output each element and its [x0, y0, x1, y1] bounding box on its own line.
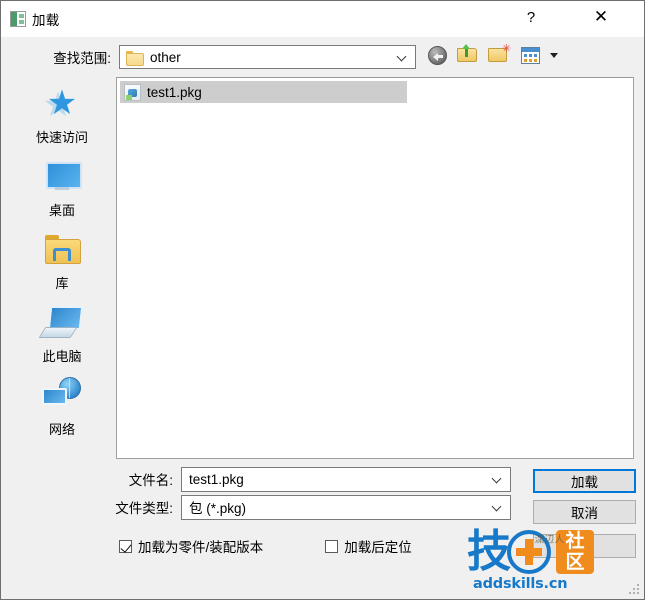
filetype-value: 包 (*.pkg) [189, 501, 247, 516]
look-in-value: other [150, 49, 181, 65]
sidebar-item-label: 网络 [48, 422, 75, 437]
sidebar-item-label: 快速访问 [35, 130, 88, 145]
pkg-file-icon [124, 83, 141, 101]
sidebar-item-network[interactable]: 网络 [14, 375, 110, 447]
navigation-toolbar: ✳ [425, 43, 561, 67]
filetype-label: 文件类型: [115, 501, 173, 516]
third-button-obscured[interactable] [533, 534, 636, 558]
libraries-folder-icon [40, 229, 84, 271]
sidebar-item-label: 此电脑 [42, 349, 82, 364]
checkbox-label: 加载后定位 [344, 540, 412, 555]
views-icon[interactable] [518, 43, 542, 67]
filename-input[interactable]: test1.pkg [181, 466, 511, 492]
chevron-down-icon[interactable] [493, 474, 502, 483]
file-list-pane[interactable]: test1.pkg [116, 77, 634, 459]
places-sidebar: ★ 快速访问 桌面 库 此电脑 网络 [12, 77, 112, 459]
chevron-down-icon[interactable] [398, 52, 407, 61]
sidebar-item-quick-access[interactable]: ★ 快速访问 [14, 83, 110, 155]
file-list-item-label: test1.pkg [147, 84, 202, 100]
filetype-combobox[interactable]: 包 (*.pkg) [181, 494, 511, 520]
filename-label: 文件名: [128, 473, 173, 488]
sidebar-item-label: 桌面 [48, 203, 75, 218]
back-icon[interactable] [425, 43, 449, 67]
chevron-down-icon[interactable] [493, 502, 502, 511]
filename-value: test1.pkg [189, 471, 244, 487]
folder-icon [126, 50, 144, 66]
checkbox-label: 加载为零件/装配版本 [138, 540, 264, 555]
sidebar-item-this-pc[interactable]: 此电脑 [14, 302, 110, 374]
desktop-monitor-icon [40, 156, 84, 198]
watermark-url: addskills.cn [473, 576, 568, 592]
sidebar-item-desktop[interactable]: 桌面 [14, 156, 110, 228]
look-in-combobox[interactable]: other [119, 45, 416, 69]
resize-grip-icon[interactable] [628, 583, 641, 596]
load-dialog-icon [10, 11, 26, 27]
new-folder-icon[interactable]: ✳ [487, 43, 511, 67]
checkbox-unchecked-icon[interactable] [325, 539, 339, 553]
checkbox-locate-after-load[interactable]: 加载后定位 [325, 536, 412, 556]
load-button[interactable]: 加载 [533, 469, 636, 493]
sidebar-item-libraries[interactable]: 库 [14, 229, 110, 301]
checkbox-checked-icon[interactable] [119, 539, 132, 553]
quick-access-star-icon: ★ [46, 84, 78, 122]
network-globe-icon [40, 375, 84, 417]
sidebar-item-label: 库 [55, 276, 69, 291]
up-one-level-icon[interactable] [456, 43, 480, 67]
title-bar: 加载 ? ✕ [1, 1, 644, 37]
checkbox-load-as-part-version[interactable]: 加载为零件/装配版本 [119, 536, 263, 556]
close-button[interactable]: ✕ [578, 1, 624, 33]
cancel-button[interactable]: 取消 [533, 500, 636, 524]
help-button[interactable]: ? [508, 1, 554, 33]
window-title: 加载 [32, 13, 60, 28]
views-chevron-down-icon[interactable] [549, 43, 561, 67]
this-pc-icon [40, 302, 84, 344]
load-file-dialog: 加载 ? ✕ 查找范围: other ✳ ★ 快速访问 桌面 库 此电脑 网络 … [0, 0, 645, 600]
file-list-item[interactable]: test1.pkg [120, 81, 407, 103]
look-in-label: 查找范围: [53, 51, 111, 66]
